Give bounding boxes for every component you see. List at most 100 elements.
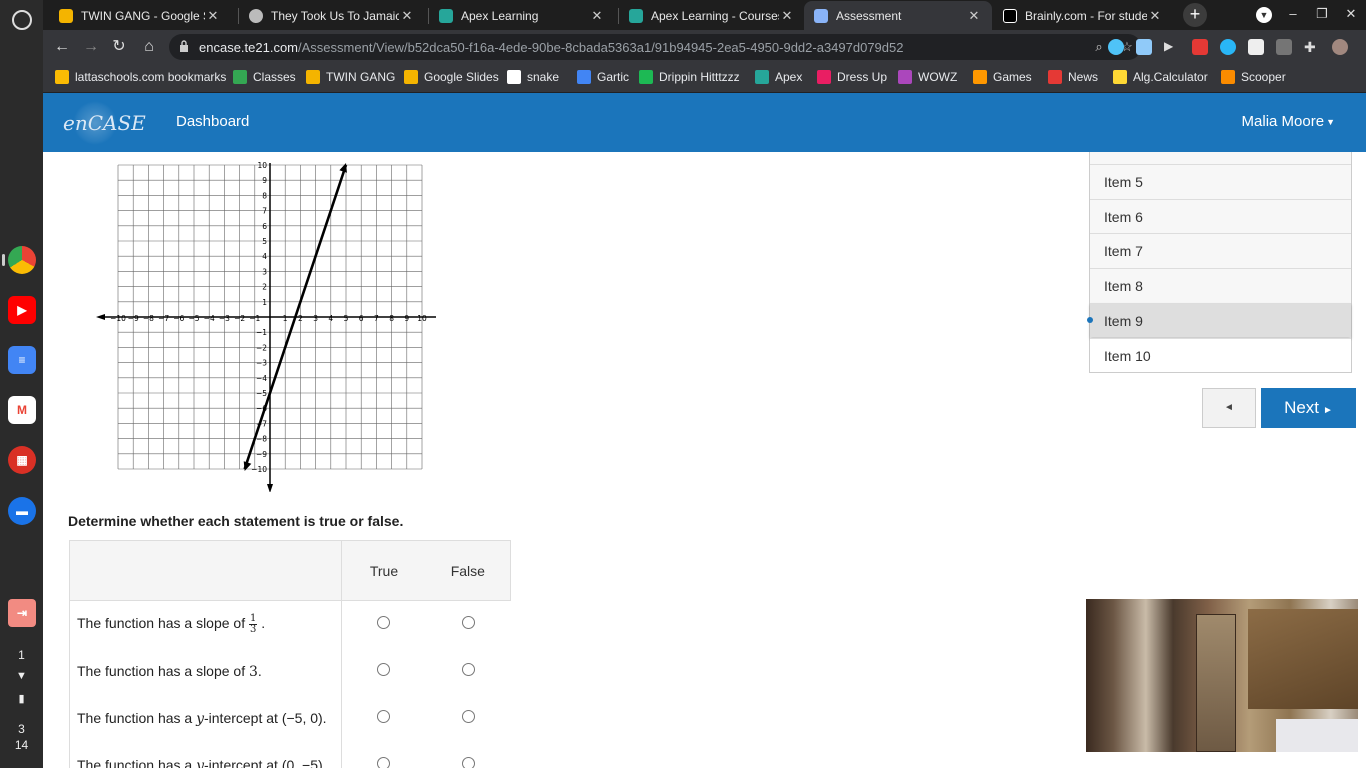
minimize-icon[interactable]: – xyxy=(1283,6,1303,24)
extension-icon[interactable] xyxy=(1192,39,1208,55)
x-tick-label: −4 xyxy=(204,314,215,323)
bookmark-item[interactable]: Classes xyxy=(233,70,296,84)
clock-hour[interactable]: 3 xyxy=(0,722,43,736)
bookmark-item[interactable]: Dress Up xyxy=(817,70,887,84)
tab-jamaica[interactable]: They Took Us To Jamaica ✕ xyxy=(239,1,425,30)
false-radio[interactable] xyxy=(461,757,475,768)
bookmark-label: WOWZ xyxy=(918,70,958,84)
bookmark-item[interactable]: Apex xyxy=(755,70,802,84)
false-cell xyxy=(426,648,511,695)
bookmark-item[interactable]: Drippin Hitttzzz xyxy=(639,70,740,84)
bookmark-item[interactable]: WOWZ xyxy=(898,70,957,84)
reload-icon[interactable]: ↻ xyxy=(108,36,130,58)
battery-icon[interactable]: ▮ xyxy=(0,692,43,705)
true-radio[interactable] xyxy=(377,663,391,676)
bookmark-item[interactable]: Scooper xyxy=(1221,70,1286,84)
lock-icon xyxy=(180,40,188,52)
close-window-icon[interactable]: ✕ xyxy=(1341,6,1361,24)
profile-avatar[interactable] xyxy=(1332,39,1348,55)
forward-icon[interactable]: → xyxy=(80,36,102,58)
home-icon[interactable]: ⌂ xyxy=(138,36,160,58)
tab-apex-learning[interactable]: Apex Learning ✕ xyxy=(429,1,615,30)
tab-apex-courses[interactable]: Apex Learning - Courses ✕ xyxy=(619,1,805,30)
false-radio[interactable] xyxy=(461,663,475,676)
bookmark-label: Gartic xyxy=(597,70,630,84)
item-nav-7[interactable]: Item 7 xyxy=(1090,233,1351,268)
bookmark-label: Scooper xyxy=(1241,70,1286,84)
item-nav-10[interactable]: Item 10 xyxy=(1090,337,1351,372)
x-tick-label: −1 xyxy=(249,314,260,323)
address-bar[interactable]: encase.te21.com/Assessment/View/b52dca50… xyxy=(169,34,1141,60)
launcher-icon[interactable] xyxy=(12,10,32,30)
sign-out-icon[interactable]: ⇥ xyxy=(8,599,36,627)
close-icon[interactable]: ✕ xyxy=(779,8,795,24)
extension-icon[interactable] xyxy=(1276,39,1292,55)
y-tick-label: 5 xyxy=(262,237,267,246)
tab-twin-gang[interactable]: TWIN GANG - Google Slides ✕ xyxy=(49,1,231,30)
wifi-icon[interactable]: ▼ xyxy=(0,670,43,682)
gmail-icon[interactable]: M xyxy=(8,396,36,424)
tab-brainly[interactable]: Brainly.com - For students ✕ xyxy=(993,1,1173,30)
item-nav-8[interactable]: Item 8 xyxy=(1090,268,1351,303)
tab-title: Brainly.com - For students xyxy=(1025,8,1147,23)
youtube-icon[interactable]: ▶ xyxy=(8,296,36,324)
bookmark-item[interactable]: lattaschools.com bookmarks xyxy=(55,70,226,84)
bookmark-item[interactable]: Google Slides xyxy=(404,70,499,84)
close-icon[interactable]: ✕ xyxy=(205,8,221,24)
bookmark-item[interactable]: Alg.Calculator xyxy=(1113,70,1208,84)
bookmark-icon xyxy=(233,70,247,84)
x-tick-label: −5 xyxy=(188,314,199,323)
statement-text: The function has a slope of 13 . xyxy=(68,600,343,648)
user-menu[interactable]: Malia Moore ▼ xyxy=(1242,113,1335,130)
extension-icon[interactable] xyxy=(1136,39,1152,55)
clock-minute[interactable]: 14 xyxy=(0,738,43,752)
chrome-icon[interactable] xyxy=(8,246,36,274)
zoom-icon[interactable]: ⌕ xyxy=(1091,39,1107,55)
statement-text-post: -intercept at (−5, 0). xyxy=(204,709,327,726)
close-icon[interactable]: ✕ xyxy=(966,8,982,24)
back-icon[interactable]: ← xyxy=(51,36,73,58)
extension-play-icon[interactable]: ▶ xyxy=(1164,39,1180,55)
bookmark-item[interactable]: Gartic xyxy=(577,70,629,84)
item-nav-5[interactable]: Item 5 xyxy=(1090,164,1351,198)
true-radio[interactable] xyxy=(377,616,391,630)
puzzle-icon[interactable]: ✚ xyxy=(1304,39,1320,55)
restore-icon[interactable]: ❐ xyxy=(1312,6,1332,24)
bookmark-label: TWIN GANG xyxy=(326,70,396,84)
x-tick-label: −9 xyxy=(128,314,139,323)
true-column-header: True xyxy=(341,540,426,601)
tab-search-icon[interactable]: ▼ xyxy=(1256,7,1272,23)
bookmark-icon xyxy=(1221,70,1235,84)
true-radio[interactable] xyxy=(377,757,391,768)
bookmark-item[interactable]: News xyxy=(1048,70,1098,84)
close-icon[interactable]: ✕ xyxy=(1147,8,1163,24)
extension-icon[interactable] xyxy=(1108,39,1124,55)
extension-icon[interactable] xyxy=(1248,39,1264,55)
tab-assessment[interactable]: Assessment ✕ xyxy=(804,1,992,30)
next-button[interactable]: Next ► xyxy=(1261,388,1356,428)
bookmark-item[interactable]: snake xyxy=(507,70,559,84)
close-icon[interactable]: ✕ xyxy=(399,8,415,24)
x-tick-label: 7 xyxy=(374,314,379,323)
item-nav-9[interactable]: Item 9 xyxy=(1087,302,1351,337)
true-radio[interactable] xyxy=(377,710,391,723)
extension-icon[interactable] xyxy=(1220,39,1236,55)
item-label: Item 10 xyxy=(1104,347,1151,364)
notification-count[interactable]: 1 xyxy=(0,648,43,662)
x-tick-label: −8 xyxy=(143,314,154,323)
dashboard-link[interactable]: Dashboard xyxy=(176,113,249,130)
item-nav-6[interactable]: Item 6 xyxy=(1090,198,1351,233)
docs-icon[interactable]: ≡ xyxy=(8,346,36,374)
previous-button[interactable]: ◄ xyxy=(1202,388,1256,428)
false-radio[interactable] xyxy=(461,710,475,723)
false-radio[interactable] xyxy=(461,616,475,630)
files-icon[interactable]: ▬ xyxy=(8,497,36,525)
bookmark-item[interactable]: TWIN GANG xyxy=(306,70,395,84)
encase-logo[interactable]: enCASE xyxy=(63,101,146,145)
calendar-icon[interactable]: ▦ xyxy=(8,446,36,474)
close-icon[interactable]: ✕ xyxy=(589,8,605,24)
y-tick-label: −1 xyxy=(256,328,267,337)
new-tab-button[interactable]: + xyxy=(1183,3,1207,27)
y-tick-label: 6 xyxy=(262,222,267,231)
bookmark-item[interactable]: Games xyxy=(973,70,1032,84)
